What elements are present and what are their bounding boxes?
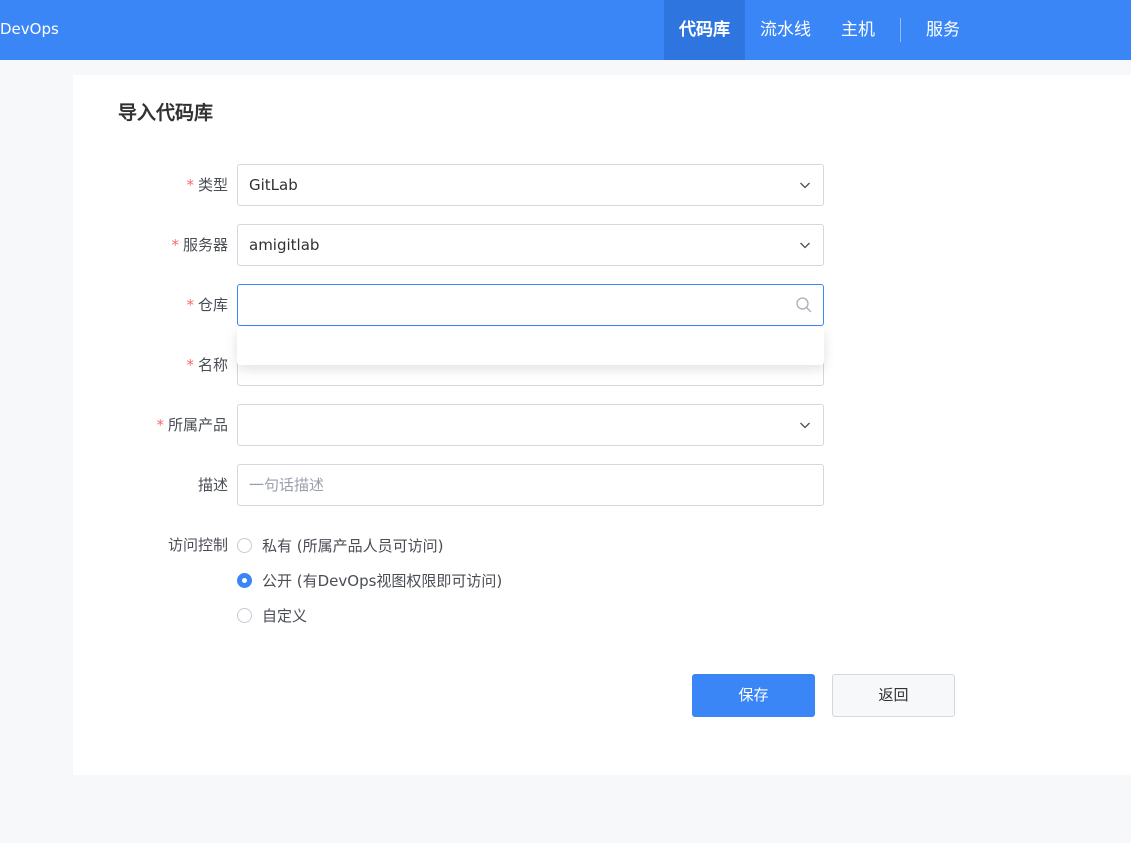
radio-custom-label: 自定义	[262, 606, 308, 625]
type-label: * 类型	[186, 176, 228, 194]
server-label: * 服务器	[171, 236, 228, 254]
form-row-repo: * 仓库	[73, 284, 833, 326]
brand-logo[interactable]: DevOps	[0, 19, 59, 39]
repo-search-input[interactable]	[237, 284, 824, 326]
type-select[interactable]: GitLab	[237, 164, 824, 206]
desc-input[interactable]: 一句话描述	[237, 464, 824, 506]
chevron-down-icon	[800, 182, 810, 189]
product-label: * 所属产品	[156, 416, 228, 434]
form-row-desc: 描述 一句话描述	[73, 464, 833, 506]
radio-public-label: 公开 (有DevOps视图权限即可访问)	[262, 571, 503, 590]
server-select[interactable]: amigitlab	[237, 224, 824, 266]
radio-public[interactable]: 公开 (有DevOps视图权限即可访问)	[237, 570, 502, 590]
save-button[interactable]: 保存	[692, 674, 815, 717]
form-card: 导入代码库 * 类型 GitLab * 服务器 amigitlab * 仓库 * 名称	[73, 75, 1131, 775]
access-label: 访问控制	[167, 536, 228, 554]
chevron-down-icon	[800, 422, 810, 429]
page-title: 导入代码库	[118, 102, 214, 124]
product-select[interactable]	[237, 404, 824, 446]
form-row-server: * 服务器 amigitlab	[73, 224, 833, 266]
repo-label: * 仓库	[186, 296, 228, 314]
back-button[interactable]: 返回	[832, 674, 955, 717]
desc-label: 描述	[197, 476, 228, 494]
radio-custom[interactable]: 自定义	[237, 605, 307, 625]
radio-checked-icon[interactable]	[237, 572, 252, 588]
radio-circle-icon[interactable]	[237, 607, 252, 623]
main-nav: 代码库 流水线 主机 服务	[664, 0, 975, 60]
nav-item-services[interactable]: 服务	[911, 0, 975, 60]
nav-divider	[900, 18, 901, 42]
form-row-type: * 类型 GitLab	[73, 164, 833, 206]
nav-item-pipelines[interactable]: 流水线	[745, 0, 826, 60]
nav-item-repos[interactable]: 代码库	[664, 0, 745, 60]
repo-dropdown	[237, 327, 824, 365]
form-row-access: 访问控制	[73, 525, 833, 565]
nav-item-hosts[interactable]: 主机	[826, 0, 890, 60]
radio-private-label: 私有 (所属产品人员可访问)	[262, 536, 444, 555]
top-navbar: DevOps 代码库 流水线 主机 服务	[0, 0, 1131, 60]
server-select-value: amigitlab	[249, 236, 320, 254]
chevron-down-icon	[800, 242, 810, 249]
desc-placeholder: 一句话描述	[249, 476, 325, 494]
radio-private[interactable]: 私有 (所属产品人员可访问)	[237, 535, 443, 555]
radio-circle-icon[interactable]	[237, 537, 252, 553]
form-row-product: * 所属产品	[73, 404, 833, 446]
name-label: * 名称	[186, 356, 228, 374]
search-icon[interactable]	[795, 296, 813, 314]
type-select-value: GitLab	[249, 176, 298, 194]
